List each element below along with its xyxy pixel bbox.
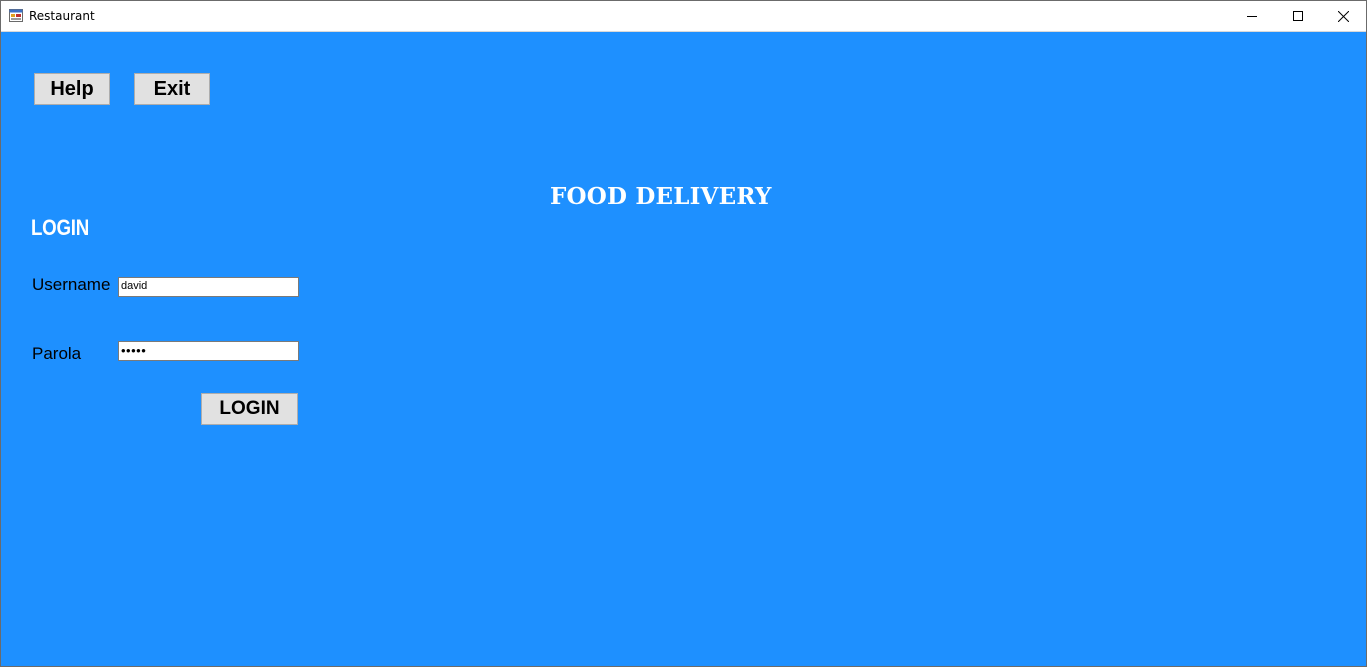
app-window: Restaurant Help Exit FOOD DELIVERY LOGIN… [0, 0, 1367, 667]
page-title: FOOD DELIVERY [550, 183, 772, 210]
minimize-button[interactable] [1229, 1, 1275, 31]
app-form-icon [9, 9, 23, 22]
maximize-button[interactable] [1275, 1, 1321, 31]
minimize-icon [1247, 16, 1257, 17]
login-button[interactable]: LOGIN [201, 393, 298, 425]
password-label: Parola [32, 344, 82, 363]
password-field[interactable]: ••••• [118, 341, 299, 361]
window-title: Restaurant [29, 9, 95, 23]
close-button[interactable] [1320, 1, 1366, 31]
help-button[interactable]: Help [34, 73, 110, 105]
maximize-icon [1293, 11, 1303, 21]
username-label: Username [32, 275, 111, 294]
exit-button[interactable]: Exit [134, 73, 210, 105]
username-field[interactable]: david [118, 277, 299, 297]
close-icon [1337, 10, 1349, 22]
login-heading: LOGIN [31, 215, 89, 240]
title-bar[interactable]: Restaurant [1, 1, 1366, 32]
